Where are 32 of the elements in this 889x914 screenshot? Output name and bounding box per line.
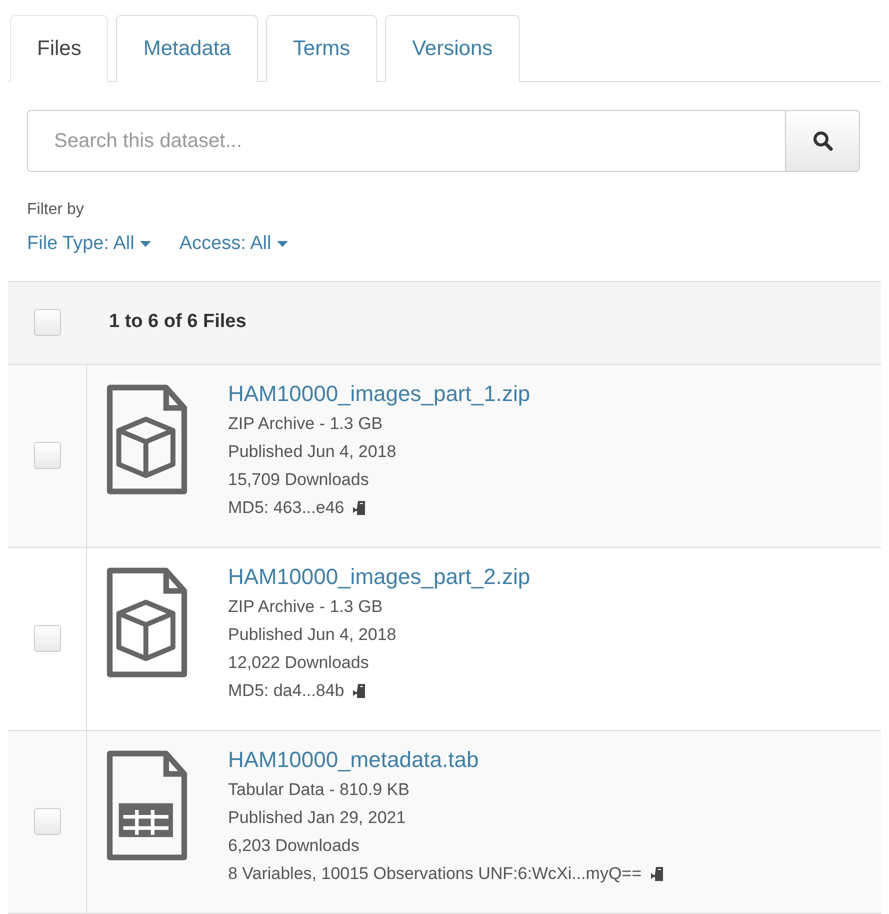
- file-detail: ZIP Archive - 1.3 GB: [228, 596, 384, 618]
- file-detail: 15,709 Downloads: [228, 468, 370, 490]
- checksum-text: MD5: 463...e46: [228, 496, 344, 518]
- tab[interactable]: Terms: [266, 15, 378, 82]
- tab[interactable]: Metadata: [116, 15, 258, 82]
- file-count: 1 to 6 of 6 Files: [109, 310, 246, 334]
- file-link[interactable]: HAM10000_metadata.tab: [228, 746, 479, 772]
- checkbox[interactable]: [34, 442, 60, 469]
- search-button[interactable]: [786, 110, 860, 172]
- file-detail: 6,203 Downloads: [228, 834, 360, 856]
- file-link[interactable]: HAM10000_images_part_2.zip: [228, 564, 530, 588]
- file-detail: Published Jun 4, 2018: [228, 440, 398, 462]
- tab[interactable]: Versions: [385, 15, 520, 82]
- file-detail: Tabular Data - 810.9 KB: [228, 778, 410, 800]
- file-detail: ZIP Archive - 1.3 GB: [228, 412, 384, 434]
- checkbox[interactable]: [34, 309, 61, 336]
- filter-dropdown[interactable]: Access: All: [179, 230, 288, 258]
- caret-icon: [277, 241, 288, 248]
- filter-label: Filter by: [27, 200, 85, 220]
- checkbox[interactable]: [34, 625, 60, 652]
- checkbox[interactable]: [34, 808, 60, 835]
- file-detail: Published Jan 29, 2021: [228, 806, 407, 828]
- checksum-text: 8 Variables, 10015 Observations UNF:6:WcXi...myQ==: [228, 862, 642, 884]
- file-detail: 12,022 Downloads: [228, 652, 370, 674]
- filter-dropdown[interactable]: File Type: All: [27, 230, 152, 258]
- file-detail: Published Jun 4, 2018: [228, 624, 398, 646]
- file-link[interactable]: HAM10000_images_part_1.zip: [228, 380, 530, 406]
- tab[interactable]: Files: [10, 15, 108, 82]
- search-field[interactable]: Search this dataset...: [27, 110, 786, 172]
- caret-icon: [140, 241, 152, 248]
- checksum-text: MD5: da4...84b: [228, 680, 344, 702]
- search-icon: [812, 131, 832, 151]
